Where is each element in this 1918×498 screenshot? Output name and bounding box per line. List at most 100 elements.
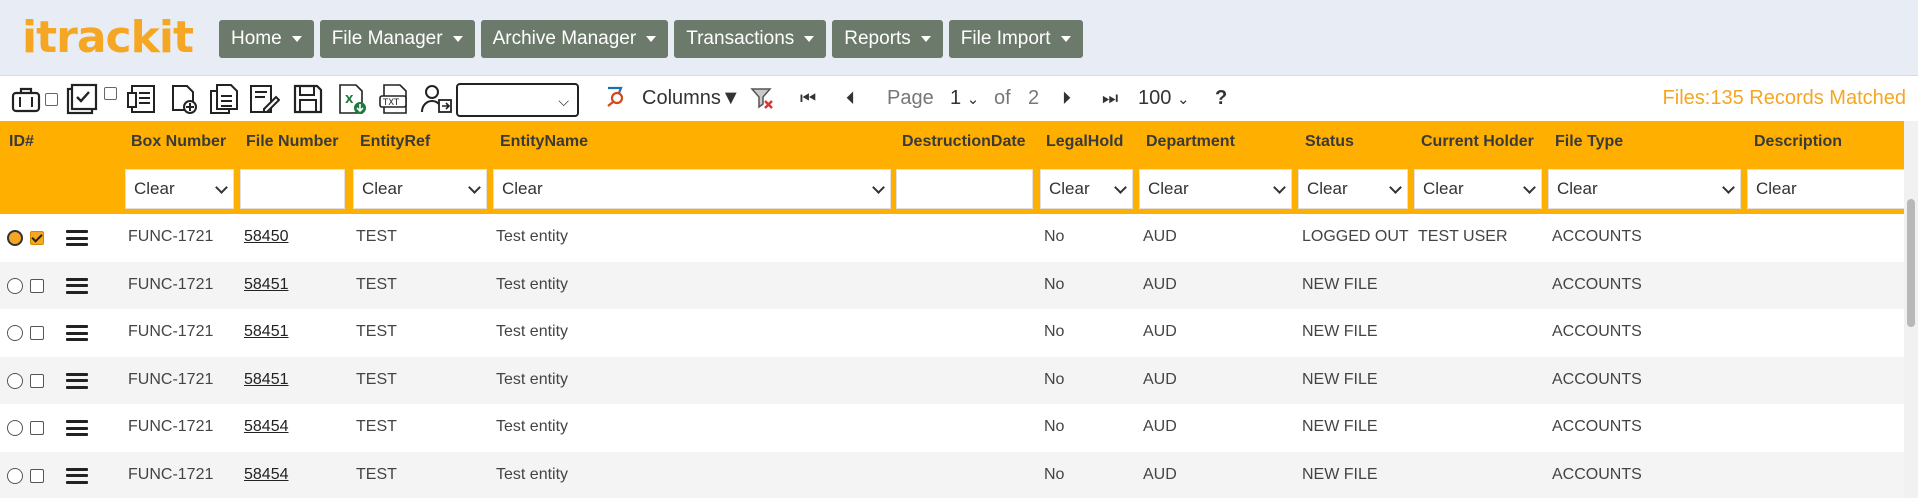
cell-name: Test entity [496, 275, 569, 293]
select-all-checkbox[interactable] [45, 93, 58, 106]
menu-file-manager[interactable]: File Manager [319, 20, 475, 58]
col-legal-hold[interactable]: LegalHold [1046, 133, 1123, 151]
help-button[interactable]: ? [1215, 87, 1227, 110]
cell-file-number-link[interactable]: 58451 [244, 323, 289, 341]
last-page-icon[interactable]: ⏭ [1102, 88, 1118, 109]
row-checkbox[interactable] [30, 278, 44, 293]
columns-toggle[interactable]: Columns▼ [642, 87, 741, 110]
table-row[interactable]: FUNC-1721 58451 TEST Test entity No AUD … [0, 356, 1904, 404]
edit-icon[interactable] [248, 83, 281, 115]
cell-file-number-link[interactable]: 58451 [244, 371, 289, 389]
col-current-holder[interactable]: Current Holder [1421, 133, 1534, 151]
col-department[interactable]: Department [1146, 133, 1235, 151]
report-icon[interactable] [126, 83, 158, 115]
hamburger-menu-icon[interactable] [66, 325, 88, 341]
filter-entity-name[interactable]: Clear [493, 169, 891, 209]
menu-transactions[interactable]: Transactions [674, 20, 827, 58]
filter-destruction-date[interactable] [896, 169, 1033, 209]
col-file-type[interactable]: File Type [1555, 133, 1623, 151]
col-id[interactable]: ID# [9, 133, 34, 151]
row-radio[interactable] [7, 467, 23, 484]
table-row[interactable]: FUNC-1721 58451 TEST Test entity No AUD … [0, 261, 1904, 309]
table-row[interactable]: FUNC-1721 58454 TEST Test entity No AUD … [0, 404, 1904, 452]
filter-legal-hold[interactable]: Clear [1040, 169, 1133, 209]
row-checkbox[interactable] [30, 231, 44, 245]
clear-filter-icon[interactable] [750, 86, 774, 110]
row-checkbox[interactable] [30, 468, 44, 483]
cell-status: NEW FILE [1302, 465, 1378, 483]
cell-file-number-link[interactable]: 58454 [244, 466, 289, 484]
menu-home[interactable]: Home [219, 20, 314, 58]
svg-text:TXT: TXT [382, 98, 400, 108]
hamburger-menu-icon[interactable] [66, 277, 88, 294]
row-radio[interactable] [7, 277, 23, 294]
user-transfer-icon[interactable] [420, 83, 452, 115]
reset-columns-icon[interactable] [604, 85, 626, 107]
filter-file-number[interactable] [240, 169, 345, 209]
filter-status[interactable]: Clear [1298, 169, 1408, 209]
briefcase-icon[interactable] [10, 83, 42, 115]
row-checkbox[interactable] [30, 421, 44, 435]
row-radio[interactable] [7, 325, 23, 341]
cell-box: FUNC-1721 [128, 275, 214, 293]
filter-department[interactable]: Clear [1139, 169, 1292, 209]
menu-archive-manager[interactable]: Archive Manager [480, 20, 669, 58]
col-entity-ref[interactable]: EntityRef [360, 133, 430, 151]
col-entity-name[interactable]: EntityName [500, 133, 588, 151]
filter-description[interactable]: Clear [1747, 169, 1904, 209]
row-radio[interactable] [7, 420, 23, 436]
col-status[interactable]: Status [1305, 133, 1354, 151]
chevron-down-icon: ⌄ [966, 91, 980, 108]
menu-label: Home [231, 28, 282, 49]
vertical-scrollbar[interactable] [1904, 121, 1918, 498]
hamburger-menu-icon[interactable] [66, 230, 88, 246]
cell-box: FUNC-1721 [128, 370, 214, 388]
cell-file-number-link[interactable]: 58454 [244, 418, 289, 436]
menu-file-import[interactable]: File Import [948, 20, 1083, 58]
page-size-select[interactable]: 100 ⌄ [1138, 87, 1190, 110]
menu-reports[interactable]: Reports [832, 20, 943, 58]
caret-down-icon [920, 36, 931, 42]
scrollbar-thumb[interactable] [1907, 199, 1915, 327]
hamburger-menu-icon[interactable] [66, 467, 88, 484]
documents-icon[interactable] [208, 83, 240, 115]
add-file-icon[interactable] [168, 83, 200, 115]
row-checkbox[interactable] [30, 373, 44, 388]
txt-export-icon[interactable]: TXT [378, 83, 410, 115]
col-destruction-date[interactable]: DestructionDate [902, 133, 1026, 151]
save-icon[interactable] [292, 83, 324, 115]
hamburger-menu-icon[interactable] [66, 372, 88, 389]
table-row[interactable]: FUNC-1721 58454 TEST Test entity No AUD … [0, 451, 1904, 498]
checklist-icon[interactable] [66, 83, 98, 115]
row-radio[interactable] [7, 372, 23, 389]
col-description[interactable]: Description [1754, 133, 1842, 151]
table-row[interactable]: FUNC-1721 58451 TEST Test entity No AUD … [0, 309, 1904, 357]
cell-box: FUNC-1721 [128, 465, 214, 483]
excel-export-icon[interactable]: X [336, 83, 368, 115]
cell-file-number-link[interactable]: 58450 [244, 228, 289, 246]
hamburger-menu-icon[interactable] [66, 420, 88, 436]
next-page-icon[interactable]: ⏵ [1062, 88, 1071, 109]
cell-file-number-link[interactable]: 58451 [244, 276, 289, 294]
navbar: itrackit Home File Manager Archive Manag… [0, 0, 1918, 76]
filter-entity-ref[interactable]: Clear [353, 169, 487, 209]
row-checkbox[interactable] [30, 326, 44, 340]
first-page-icon[interactable]: ⏮ [800, 88, 816, 109]
toggle-checkbox[interactable] [104, 87, 117, 100]
filter-box-number[interactable]: Clear [125, 169, 234, 209]
col-file-number[interactable]: File Number [246, 133, 338, 151]
col-box-number[interactable]: Box Number [131, 133, 226, 151]
filter-file-type[interactable]: Clear [1548, 169, 1741, 209]
chevron-down-icon [1389, 181, 1402, 194]
cell-ref: TEST [356, 323, 397, 340]
row-radio[interactable] [7, 230, 23, 246]
filter-current-holder[interactable]: Clear [1414, 169, 1542, 209]
page-select[interactable]: 1 ⌄ [950, 87, 979, 110]
filter-value: Clear [1557, 179, 1598, 198]
view-select[interactable]: ⌵ [456, 83, 579, 117]
table-row[interactable]: FUNC-1721 58450 TEST Test entity No AUD … [0, 214, 1904, 262]
app-logo[interactable]: itrackit [22, 14, 194, 62]
prev-page-icon[interactable]: ⏴ [846, 88, 855, 109]
cell-legal: No [1044, 275, 1065, 293]
of-label: of [994, 87, 1011, 109]
